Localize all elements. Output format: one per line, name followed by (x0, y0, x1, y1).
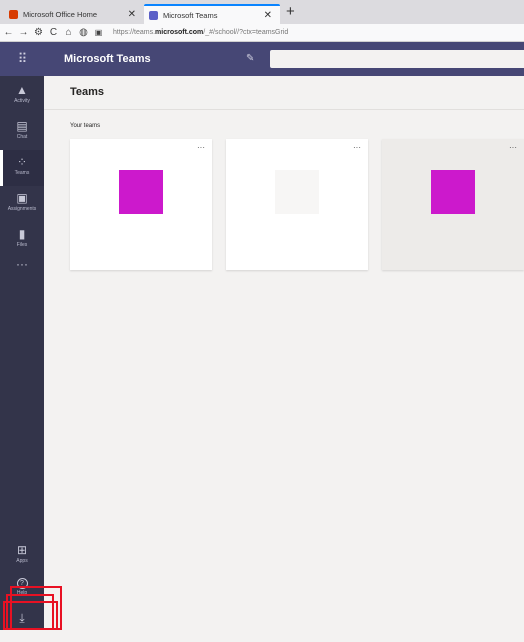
browser-tab-office-home[interactable]: Microsoft Office Home ✕ (4, 4, 144, 24)
new-tab-button[interactable]: + (286, 4, 295, 20)
rail-label: Apps (16, 558, 28, 564)
forward-icon[interactable]: → (17, 27, 30, 38)
rail-item-chat[interactable]: ▤ Chat (0, 114, 44, 150)
reload-icon[interactable]: C (47, 27, 60, 38)
url-prefix: https://teams. (113, 29, 156, 36)
more-icon: ··· (16, 257, 28, 271)
rail-label: Teams (14, 170, 30, 176)
office-icon (9, 9, 18, 19)
team-card[interactable]: ··· (382, 139, 524, 270)
search-input[interactable] (270, 50, 524, 68)
assignments-icon: ▣ (16, 191, 28, 205)
chat-icon: ▤ (16, 119, 28, 133)
lock-icon: ▣ (94, 28, 103, 37)
app-header: Microsoft Teams ✎ (44, 42, 524, 76)
team-card[interactable]: ··· (226, 139, 368, 270)
compose-icon[interactable]: ✎ (246, 42, 254, 76)
teams-icon (149, 10, 158, 20)
close-tab-icon[interactable]: ✕ (128, 9, 136, 20)
more-options-icon[interactable]: ··· (353, 143, 361, 152)
rail-label: Files (16, 242, 28, 248)
team-avatar (119, 170, 163, 214)
rail-item-apps[interactable]: ⊞ Apps (0, 538, 44, 574)
waffle-icon[interactable]: ⠿ (0, 42, 44, 76)
address-bar[interactable]: https://teams.microsoft.com/_#/school//?… (113, 29, 288, 36)
teams-icon: ⁘ (16, 155, 28, 169)
tab-title: Microsoft Teams (163, 10, 218, 20)
highlight-box (3, 601, 58, 630)
url-suffix: /_#/school//?ctx=teamsGrid (203, 29, 289, 36)
more-options-icon[interactable]: ··· (197, 143, 205, 152)
tab-title: Microsoft Office Home (23, 9, 98, 19)
app-rail: ⠿ ▲ Activity ▤ Chat ⁘ Teams ▣ Assignment… (0, 42, 44, 630)
back-icon[interactable]: ← (2, 27, 15, 38)
rail-item-assignments[interactable]: ▣ Assignments (0, 186, 44, 222)
shield-icon[interactable]: ◍ (77, 27, 90, 38)
rail-label: Assignments (7, 206, 37, 212)
home-icon[interactable]: ⌂ (62, 27, 75, 38)
app-title: Microsoft Teams (64, 53, 151, 65)
page-header: Teams (44, 76, 524, 110)
section-label: Your teams (70, 123, 101, 129)
close-tab-icon[interactable]: ✕ (264, 10, 272, 21)
more-options-icon[interactable]: ··· (509, 143, 517, 152)
rail-item-teams[interactable]: ⁘ Teams (0, 150, 44, 186)
team-card[interactable]: ··· (70, 139, 212, 270)
file-icon: ▮ (18, 227, 26, 241)
browser-tab-teams[interactable]: Microsoft Teams ✕ (144, 4, 280, 24)
team-avatar (431, 170, 475, 214)
settings-icon[interactable]: ⚙ (32, 27, 45, 38)
browser-nav-bar: ← → ⚙ C ⌂ ◍ ▣ https://teams.microsoft.co… (0, 24, 524, 42)
apps-icon: ⊞ (16, 543, 28, 557)
bell-icon: ▲ (16, 83, 28, 97)
rail-label: Activity (14, 98, 30, 104)
rail-label: Chat (16, 134, 28, 140)
team-avatar (275, 170, 319, 214)
rail-item-more[interactable]: ··· (0, 252, 44, 288)
browser-tab-bar: Microsoft Office Home ✕ Microsoft Teams … (0, 0, 524, 24)
page-title: Teams (70, 86, 105, 98)
url-domain: microsoft.com (155, 29, 204, 36)
rail-item-activity[interactable]: ▲ Activity (0, 78, 44, 114)
